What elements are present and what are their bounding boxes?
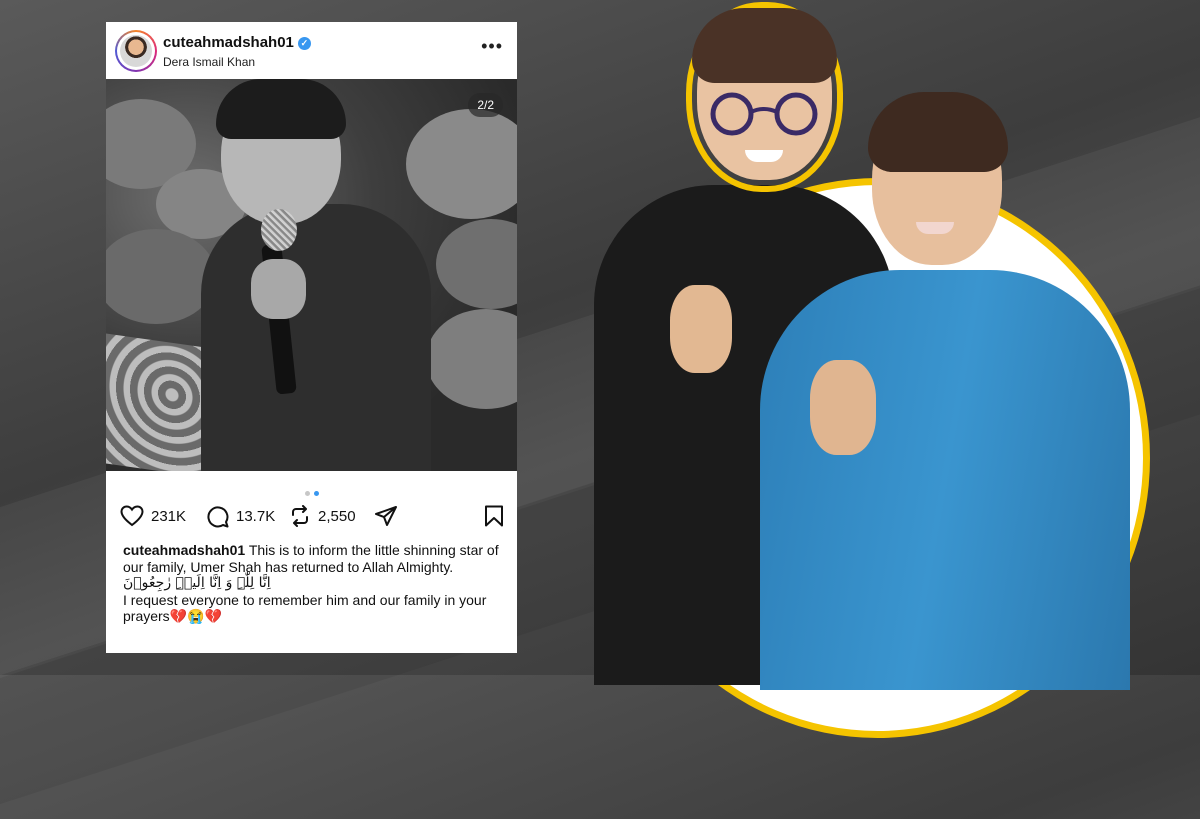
repost-icon bbox=[292, 505, 308, 527]
kid-hair bbox=[868, 92, 1008, 172]
post-username[interactable]: cuteahmadshah01 ✓ bbox=[163, 34, 311, 51]
kid-smile bbox=[745, 150, 783, 162]
caption-arabic: اِنَّا لِلّٰہِ وَ اِنَّا اِلَیۡہِ رٰجِعُ… bbox=[123, 575, 271, 591]
save-button[interactable] bbox=[484, 505, 504, 532]
comments-count: 13.7K bbox=[236, 508, 276, 525]
image-counter-badge: 2/2 bbox=[468, 93, 503, 117]
post-caption: cuteahmadshah01 This is to inform the li… bbox=[123, 542, 503, 625]
caption-paragraph: cuteahmadshah01 This is to inform the li… bbox=[123, 542, 503, 575]
comment-icon bbox=[207, 506, 229, 528]
thumbs-up-hand bbox=[670, 285, 732, 373]
avatar[interactable] bbox=[115, 30, 157, 72]
glasses-graphic bbox=[710, 92, 818, 136]
carousel-dots bbox=[106, 483, 517, 501]
share-icon bbox=[375, 506, 397, 526]
repost-button[interactable]: 2,550 bbox=[289, 505, 356, 527]
kid-hair bbox=[692, 8, 837, 83]
reposts-count: 2,550 bbox=[318, 507, 356, 525]
heart-icon bbox=[120, 505, 144, 527]
share-button[interactable] bbox=[374, 505, 405, 527]
instagram-post-card: cuteahmadshah01 ✓ Dera Ismail Khan ••• 2/… bbox=[106, 22, 517, 653]
post-image[interactable]: 2/2 bbox=[106, 79, 517, 471]
kid-smile bbox=[916, 222, 954, 234]
likes-count: 231K bbox=[151, 507, 187, 525]
thumbs-up-hand bbox=[810, 360, 876, 455]
caption-username[interactable]: cuteahmadshah01 bbox=[123, 542, 245, 558]
post-location[interactable]: Dera Ismail Khan bbox=[163, 55, 255, 69]
carousel-dot[interactable] bbox=[304, 491, 310, 496]
post-header: cuteahmadshah01 ✓ Dera Ismail Khan ••• bbox=[106, 22, 517, 79]
action-bar: 231K 13.7K 2,550 bbox=[120, 502, 504, 532]
comment-button[interactable]: 13.7K bbox=[206, 505, 275, 528]
carousel-dot-active[interactable] bbox=[313, 491, 319, 496]
kid-blue-outfit bbox=[760, 270, 1130, 690]
like-button[interactable]: 231K bbox=[120, 505, 186, 527]
more-icon[interactable]: ••• bbox=[481, 36, 503, 57]
verified-icon: ✓ bbox=[297, 36, 311, 50]
bookmark-icon bbox=[485, 505, 503, 527]
caption-request: I request everyone to remember him and o… bbox=[123, 591, 487, 625]
